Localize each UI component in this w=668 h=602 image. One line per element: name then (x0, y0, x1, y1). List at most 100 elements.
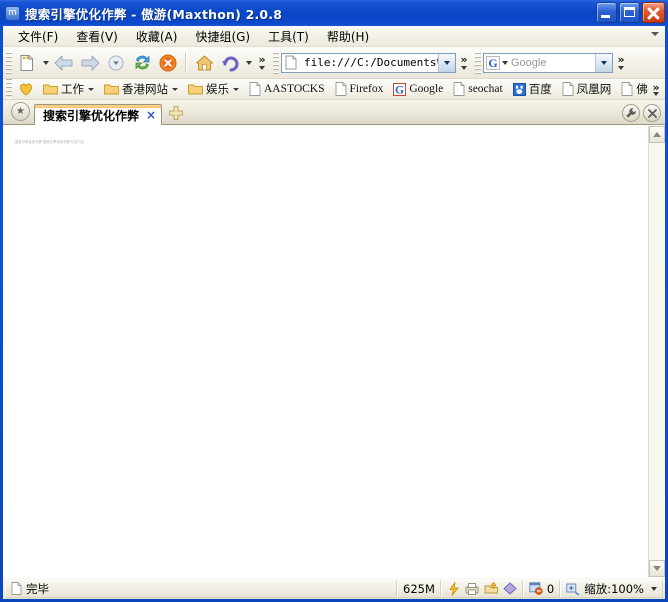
shield-heart-icon (20, 83, 32, 96)
tab-options-button[interactable] (622, 104, 640, 122)
chevron-down-icon[interactable] (233, 87, 239, 91)
memory-usage-cell[interactable]: 625M (397, 579, 441, 598)
bookmark-label: 百度 (528, 82, 552, 96)
bookmarks-overflow-chevrons: » (652, 80, 660, 94)
window-title: 搜索引擎优化作弊 - 傲游(Maxthon) 2.0.8 (25, 6, 283, 22)
page-icon (562, 82, 574, 96)
menu-bar: 文件(F) 查看(V) 收藏(A) 快捷组(G) 工具(T) 帮助(H) (3, 26, 665, 47)
status-text: 完毕 (26, 581, 49, 596)
bookmark-link-baidu[interactable]: 百度 (508, 81, 557, 98)
menu-file[interactable]: 文件(F) (9, 26, 67, 47)
bookmark-link-seochat[interactable]: seochat (448, 81, 507, 98)
upload-icon[interactable] (484, 582, 499, 595)
maximize-button[interactable] (619, 2, 640, 23)
toolbar-overflow-chevrons: » (258, 52, 266, 66)
scrollbar-track[interactable] (649, 143, 665, 560)
close-button[interactable] (642, 2, 665, 23)
zoom-cell[interactable]: 缩放:100% (560, 579, 663, 598)
popup-blocked-count: 0 (546, 581, 555, 596)
bookmark-item-favorites[interactable] (14, 81, 38, 98)
bookmark-label: 工作 (61, 82, 84, 96)
stop-button[interactable] (155, 50, 181, 76)
home-button[interactable] (191, 50, 217, 76)
baidu-paw-icon (512, 82, 526, 96)
address-bar-grip[interactable] (273, 51, 279, 74)
search-dropdown-arrow[interactable] (595, 53, 612, 72)
bookmark-folder-entertainment[interactable]: 娱乐 (183, 81, 244, 98)
folder-icon (104, 84, 119, 95)
new-page-button[interactable] (14, 50, 40, 76)
search-bar[interactable]: G Google (483, 52, 613, 73)
bookmarks-overflow-button[interactable]: » (649, 79, 663, 99)
search-bar-grip[interactable] (475, 51, 481, 74)
search-input[interactable]: Google (508, 57, 595, 69)
folder-icon (188, 84, 203, 95)
page-icon (285, 55, 297, 70)
bookmark-label: seochat (468, 83, 503, 95)
back-button[interactable] (51, 50, 77, 76)
tab-bar: ★ 搜索引擎优化作弊 × (3, 100, 665, 125)
popup-blocker-icon (529, 582, 543, 595)
favorites-star-button[interactable]: ★ (11, 102, 30, 121)
tab-close-icon[interactable]: × (145, 109, 157, 121)
tab-item-active[interactable]: 搜索引擎优化作弊 × (34, 104, 163, 125)
page-icon (335, 82, 346, 96)
bookmarks-grip[interactable] (6, 79, 12, 99)
new-page-dropdown[interactable] (40, 51, 51, 75)
vertical-scrollbar[interactable] (648, 126, 665, 577)
tab-bar-controls (622, 104, 661, 122)
search-overflow-button[interactable]: » (613, 49, 629, 77)
menu-overflow-icon[interactable] (651, 32, 659, 36)
forward-button[interactable] (77, 50, 103, 76)
search-overflow-chevrons: » (617, 52, 625, 66)
toolbar-overflow-button[interactable]: » (254, 49, 270, 77)
bookmark-label: AASTOCKS (264, 83, 325, 95)
quick-script-icon[interactable] (447, 581, 461, 596)
skin-icon[interactable] (503, 582, 517, 595)
google-g-icon: G (393, 82, 407, 96)
chevron-down-icon[interactable] (172, 87, 178, 91)
undo-close-button[interactable] (217, 50, 243, 76)
new-tab-button[interactable] (168, 105, 184, 121)
bookmark-label: 娱乐 (206, 82, 229, 96)
web-page-viewport[interactable]: 搜索引擎优化作弊 搜索引擎优化作弊方法介绍 (3, 126, 648, 577)
page-icon (11, 582, 22, 595)
popup-blocker-cell[interactable]: 0 (522, 579, 561, 598)
bookmark-link-google[interactable]: G Google (388, 81, 448, 98)
menu-favorites[interactable]: 收藏(A) (127, 26, 187, 47)
zoom-dropdown-icon[interactable] (651, 586, 657, 591)
client-area: 文件(F) 查看(V) 收藏(A) 快捷组(G) 工具(T) 帮助(H) » f… (3, 26, 665, 599)
bookmark-folder-hongkong-sites[interactable]: 香港网站 (99, 81, 183, 98)
history-dropdown-button[interactable] (103, 50, 129, 76)
page-icon (453, 82, 465, 96)
scroll-down-button[interactable] (649, 560, 665, 577)
bookmark-link-aastocks[interactable]: AASTOCKS (244, 81, 330, 98)
toolbar-grip[interactable] (6, 51, 12, 74)
bookmark-folder-work[interactable]: 工作 (38, 81, 99, 98)
address-input[interactable]: file:///C:/Documents%20and (301, 56, 438, 69)
address-bar[interactable]: file:///C:/Documents%20and (281, 52, 456, 73)
plus-icon (169, 106, 184, 120)
bookmark-link-ifeng[interactable]: 凤凰网 (557, 81, 617, 98)
minimize-button[interactable] (596, 2, 617, 23)
refresh-button[interactable] (129, 50, 155, 76)
chevron-down-icon[interactable] (88, 87, 94, 91)
close-tab-button[interactable] (643, 104, 661, 122)
wrench-icon (626, 108, 636, 118)
bookmark-label: Google (409, 83, 444, 95)
undo-close-dropdown[interactable] (243, 51, 254, 75)
address-overflow-button[interactable]: » (456, 49, 472, 77)
menu-quickgroup[interactable]: 快捷组(G) (186, 26, 259, 47)
scroll-up-button[interactable] (649, 126, 665, 143)
menu-view[interactable]: 查看(V) (67, 26, 127, 47)
status-message-cell: 完毕 (5, 579, 398, 598)
page-icon (249, 82, 261, 96)
privacy-icon[interactable] (465, 582, 480, 595)
svg-text:G: G (395, 84, 404, 96)
address-dropdown-arrow[interactable] (438, 53, 455, 72)
menu-tools[interactable]: 工具(T) (259, 26, 318, 47)
window-controls (596, 2, 665, 23)
bookmark-link-firefox[interactable]: Firefox (330, 81, 389, 98)
menu-help[interactable]: 帮助(H) (318, 26, 378, 47)
navigation-toolbar: » file:///C:/Documents%20and » (3, 47, 665, 79)
